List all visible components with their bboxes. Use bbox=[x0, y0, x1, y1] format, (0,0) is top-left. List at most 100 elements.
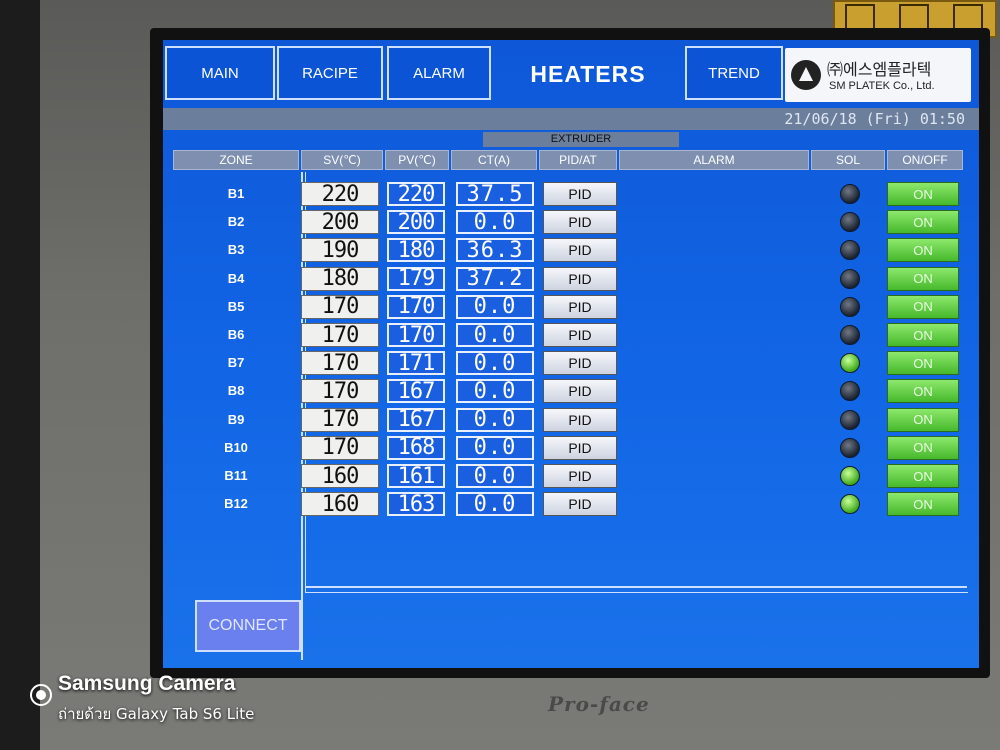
zone-label: B12 bbox=[224, 496, 248, 512]
sol-indicator-icon bbox=[840, 184, 860, 204]
ct-display: 0.0 bbox=[456, 464, 534, 489]
on-off-button[interactable]: ON bbox=[887, 266, 959, 291]
sol-indicator-icon bbox=[840, 212, 860, 233]
pv-display: 200 bbox=[387, 210, 445, 235]
company-name-kr: ㈜에스엠플라텍 bbox=[827, 60, 932, 79]
pid-button[interactable]: PID bbox=[543, 435, 617, 460]
ct-display: 0.0 bbox=[456, 379, 534, 404]
pv-display: 163 bbox=[387, 492, 445, 517]
ct-display: 0.0 bbox=[456, 351, 534, 376]
on-off-button[interactable]: ON bbox=[887, 238, 959, 263]
pid-button[interactable]: PID bbox=[543, 182, 617, 206]
pv-display: 167 bbox=[387, 407, 445, 432]
header-on-off: ON/OFF bbox=[887, 150, 963, 170]
connect-button[interactable]: CONNECT bbox=[195, 600, 301, 652]
status-bar: 21/06/18 (Fri) 01:50 bbox=[163, 108, 979, 130]
company-mark-icon bbox=[791, 60, 821, 90]
pid-button[interactable]: PID bbox=[543, 379, 617, 404]
header-alarm: ALARM bbox=[619, 150, 809, 170]
zone-label: B11 bbox=[224, 468, 248, 483]
sv-field[interactable]: 160 bbox=[301, 464, 379, 489]
on-off-button[interactable]: ON bbox=[887, 182, 959, 206]
sv-field[interactable]: 220 bbox=[301, 182, 379, 207]
table-row: B10 170 168 0.0 PID ON bbox=[163, 435, 979, 462]
sol-indicator-icon bbox=[840, 381, 860, 402]
recipe-button[interactable]: RACIPE bbox=[277, 46, 383, 100]
sv-field[interactable]: 170 bbox=[301, 351, 379, 376]
device-brand-logo: Pro-face bbox=[548, 692, 650, 716]
zone-label: B4 bbox=[227, 270, 245, 286]
pid-button[interactable]: PID bbox=[543, 210, 617, 235]
pv-display: 179 bbox=[387, 266, 445, 291]
camera-subtitle: ถ่ายด้วย Galaxy Tab S6 Lite bbox=[58, 705, 255, 723]
page-title: HEATERS bbox=[530, 60, 646, 87]
datetime-display: 21/06/18 (Fri) 01:50 bbox=[784, 110, 965, 128]
header-sv: SV(℃) bbox=[301, 150, 383, 170]
sv-field[interactable]: 190 bbox=[301, 238, 379, 263]
table-row: B7 170 171 0.0 PID ON bbox=[163, 351, 979, 377]
sv-field[interactable]: 170 bbox=[301, 407, 379, 432]
sv-field[interactable]: 170 bbox=[301, 323, 379, 348]
on-off-button[interactable]: ON bbox=[887, 351, 959, 376]
zone-label: B6 bbox=[227, 327, 245, 342]
ct-display: 0.0 bbox=[456, 407, 534, 432]
sv-field[interactable]: 200 bbox=[301, 210, 379, 235]
alarm-button[interactable]: ALARM bbox=[387, 46, 491, 100]
pid-button[interactable]: PID bbox=[543, 238, 617, 263]
header-zone: ZONE bbox=[173, 150, 299, 170]
zone-label: B2 bbox=[227, 214, 245, 230]
on-off-button[interactable]: ON bbox=[887, 294, 959, 319]
ct-display: 0.0 bbox=[456, 435, 534, 460]
header-pid-at: PID/AT bbox=[539, 150, 617, 170]
pv-display: 171 bbox=[387, 351, 445, 376]
sv-field[interactable]: 170 bbox=[301, 294, 379, 319]
on-off-button[interactable]: ON bbox=[887, 323, 959, 347]
on-off-button[interactable]: ON bbox=[887, 379, 959, 404]
pid-button[interactable]: PID bbox=[543, 407, 617, 432]
sv-field[interactable]: 170 bbox=[301, 435, 379, 460]
pid-button[interactable]: PID bbox=[543, 266, 617, 291]
main-button[interactable]: MAIN bbox=[165, 46, 275, 100]
on-off-button[interactable]: ON bbox=[887, 492, 959, 517]
header-sol: SOL bbox=[811, 150, 885, 170]
sv-field[interactable]: 180 bbox=[301, 266, 379, 291]
ct-display: 36.3 bbox=[456, 238, 534, 263]
on-off-button[interactable]: ON bbox=[887, 210, 959, 235]
header-ct: CT(A) bbox=[451, 150, 537, 170]
zone-label: B7 bbox=[227, 355, 245, 371]
ct-display: 37.2 bbox=[456, 266, 534, 291]
zone-label: B10 bbox=[224, 439, 248, 455]
table-row: B2 200 200 0.0 PID ON bbox=[163, 210, 979, 236]
sv-field[interactable]: 160 bbox=[301, 492, 379, 517]
pv-display: 167 bbox=[387, 379, 445, 404]
pid-button[interactable]: PID bbox=[543, 492, 617, 517]
sv-field[interactable]: 170 bbox=[301, 379, 379, 404]
sol-indicator-icon bbox=[840, 437, 860, 458]
on-off-button[interactable]: ON bbox=[887, 435, 959, 460]
sol-indicator-icon bbox=[840, 353, 860, 374]
header-pv: PV(℃) bbox=[385, 150, 449, 170]
zone-label: B5 bbox=[227, 298, 245, 314]
pid-button[interactable]: PID bbox=[543, 464, 617, 488]
sol-indicator-icon bbox=[840, 409, 860, 430]
ct-display: 0.0 bbox=[456, 294, 534, 319]
sol-indicator-icon bbox=[840, 268, 860, 289]
pv-display: 170 bbox=[387, 294, 445, 319]
ct-display: 37.5 bbox=[456, 182, 534, 207]
table-row: B5 170 170 0.0 PID ON bbox=[163, 294, 979, 321]
zone-label: B8 bbox=[227, 383, 245, 399]
camera-title: Samsung Camera bbox=[58, 672, 236, 695]
pid-button[interactable]: PID bbox=[543, 323, 617, 347]
on-off-button[interactable]: ON bbox=[887, 407, 959, 432]
trend-button[interactable]: TREND bbox=[685, 46, 783, 100]
table-row: B12 160 163 0.0 PID ON bbox=[163, 492, 979, 518]
pv-display: 161 bbox=[387, 464, 445, 489]
table-row: B11 160 161 0.0 PID ON bbox=[163, 464, 979, 490]
pid-button[interactable]: PID bbox=[543, 294, 617, 319]
sol-indicator-icon bbox=[840, 494, 860, 515]
pv-display: 170 bbox=[387, 323, 445, 348]
pid-button[interactable]: PID bbox=[543, 351, 617, 376]
on-off-button[interactable]: ON bbox=[887, 464, 959, 488]
table-row: B3 190 180 36.3 PID ON bbox=[163, 238, 979, 264]
sol-indicator-icon bbox=[840, 296, 860, 317]
